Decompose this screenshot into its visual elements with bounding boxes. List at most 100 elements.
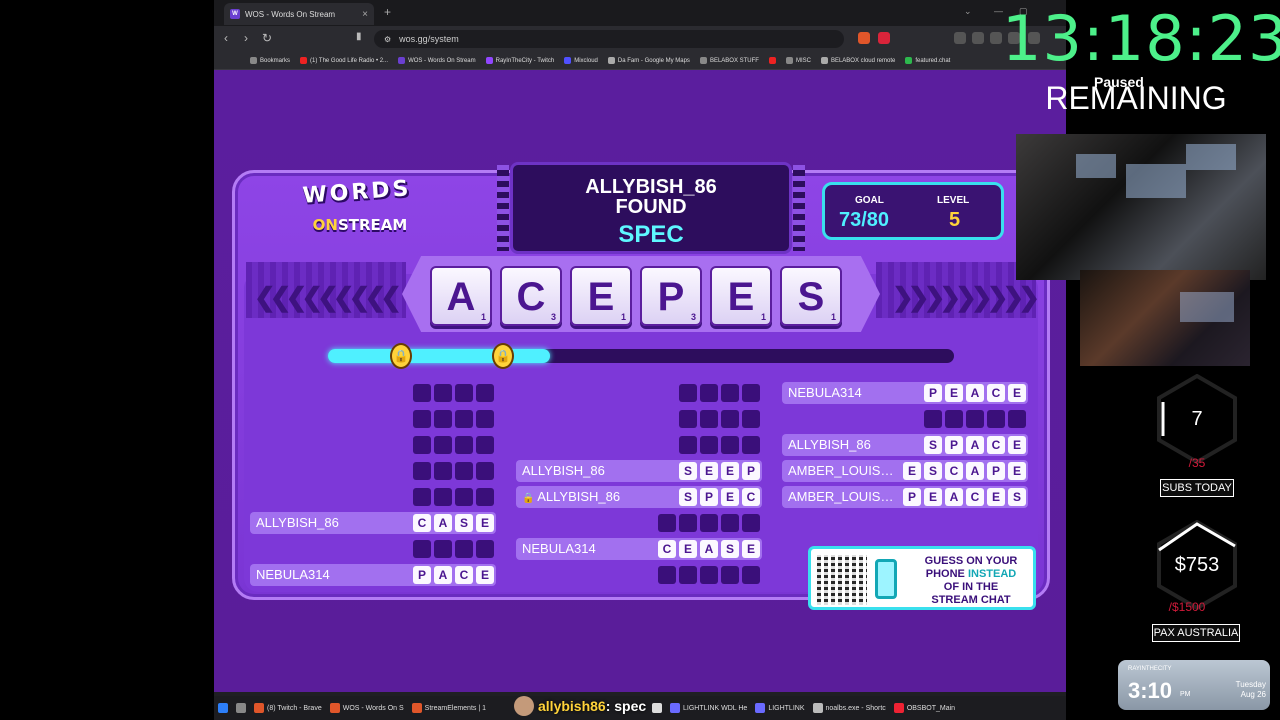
webcam-feed-1 — [1016, 134, 1266, 280]
letter-square: E — [945, 384, 963, 402]
letter-square: P — [903, 488, 921, 506]
found-word-row: AMBER_LOUIS… P E A C E S — [782, 486, 1028, 508]
empty-word-row — [250, 434, 496, 456]
letter-square: S — [679, 488, 697, 506]
lock-icon: 🔒 — [390, 343, 412, 369]
bookmark-item[interactable]: MISC — [785, 57, 811, 64]
reload-icon[interactable]: ↻ — [262, 31, 272, 45]
letter-square: S — [1008, 488, 1026, 506]
taskbar-item[interactable]: (8) Twitch - Brave — [254, 703, 322, 713]
money-goal: /$1500 — [1168, 600, 1206, 614]
youtube-icon — [768, 57, 776, 64]
empty-letter-square — [1008, 410, 1026, 428]
progress-fill — [328, 349, 551, 363]
empty-letter-square — [434, 410, 452, 428]
row-username-text: AMBER_LOUIS… — [788, 463, 894, 478]
forward-arrow-icon[interactable]: › — [244, 31, 248, 45]
empty-letter-square — [721, 384, 739, 402]
banner-line-3: OF IN THE — [943, 581, 999, 593]
letter-tile: P3 — [640, 266, 702, 326]
monitor-shape — [1126, 164, 1186, 198]
brave-rewards-icon[interactable] — [878, 32, 890, 44]
empty-letter-square — [742, 514, 760, 532]
empty-letter-square — [413, 436, 431, 454]
taskbar-item[interactable]: OBSBOT_Main — [893, 703, 955, 713]
empty-word-row — [516, 512, 762, 534]
empty-letter-square — [945, 410, 963, 428]
bookmark-item[interactable]: Mixcloud — [564, 57, 598, 64]
mixcloud-icon — [564, 57, 572, 64]
empty-letter-square — [413, 540, 431, 558]
bookmark-item[interactable]: featured.chat — [905, 57, 950, 64]
sidebar-icon[interactable] — [972, 32, 984, 44]
bookmark-item[interactable]: Bookmarks — [250, 57, 290, 64]
chrome-icon — [652, 703, 662, 713]
taskbar-item[interactable]: WOS - Words On S — [329, 703, 404, 713]
new-tab-plus-icon[interactable]: + — [384, 5, 391, 19]
site-settings-icon[interactable]: ⚙ — [384, 35, 391, 44]
bookmark-item[interactable] — [768, 57, 776, 64]
file-explorer-icon[interactable] — [236, 703, 246, 713]
twitch-icon — [485, 57, 493, 64]
close-icon[interactable]: × — [362, 9, 368, 20]
letter-square: S — [721, 540, 739, 558]
bookmark-item[interactable]: BELABOX cloud remote — [820, 57, 895, 64]
letter-square: C — [413, 514, 431, 532]
row-username-text: NEBULA314 — [256, 567, 330, 582]
empty-letter-square — [742, 410, 760, 428]
empty-letter-square — [721, 410, 739, 428]
bookmark-item[interactable]: RayInTheCity - Twitch — [485, 57, 554, 64]
empty-letter-square — [413, 410, 431, 428]
music-icon[interactable] — [954, 32, 966, 44]
empty-word-row — [516, 382, 762, 404]
back-arrow-icon[interactable]: ‹ — [224, 31, 228, 45]
tab-wos[interactable]: W WOS - Words On Stream × — [224, 3, 374, 25]
empty-word-row — [250, 382, 496, 404]
phone-guess-banner[interactable]: GUESS ON YOUR PHONE INSTEAD OF IN THE ST… — [808, 546, 1036, 610]
letter-square: E — [721, 462, 739, 480]
taskbar-item[interactable]: LIGHTLINK WDL He — [670, 703, 747, 713]
letter-tile: A1 — [430, 266, 492, 326]
letter-tile: E1 — [570, 266, 632, 326]
right-chevrons-icon: ❯❯❯❯❯❯❯❯❯ — [892, 282, 1040, 312]
found-username: ALLYBISH_86 — [585, 176, 717, 198]
bookmark-item[interactable]: (1) The Good Life Radio • 2... — [300, 57, 388, 64]
row-username-text: NEBULA314 — [522, 541, 596, 556]
empty-letter-square — [700, 410, 718, 428]
chevron-down-icon[interactable]: ⌄ — [964, 6, 972, 17]
bookmark-item[interactable]: BELABOX STUFF — [699, 57, 759, 64]
empty-letter-square — [679, 384, 697, 402]
banner-line-2: PHONE INSTEAD — [907, 568, 1035, 581]
found-word-row: ALLYBISH_86 C A S E — [250, 512, 496, 534]
letter-tile: E1 — [710, 266, 772, 326]
wallet-icon[interactable] — [990, 32, 1002, 44]
letter-square: P — [987, 462, 1005, 480]
taskbar-item[interactable]: noalbs.exe - Shortc — [812, 703, 886, 713]
row-username-text: ALLYBISH_86 — [537, 489, 621, 504]
chat-icon — [905, 57, 913, 64]
bookmark-item[interactable]: WOS - Words On Stream — [398, 57, 476, 64]
bookmark-icon[interactable]: ▮ — [356, 31, 362, 42]
empty-letter-square — [721, 514, 739, 532]
brave-shield-icon[interactable] — [858, 32, 870, 44]
edge-icon[interactable] — [218, 703, 228, 713]
qr-code-icon[interactable] — [817, 555, 867, 605]
taskbar-item[interactable] — [652, 703, 662, 713]
bookmark-item[interactable]: Da Fam - Google My Maps — [607, 57, 690, 64]
clock-date: Tuesday Aug 26 — [1214, 680, 1266, 700]
letter-square: C — [966, 488, 984, 506]
left-studs — [497, 165, 509, 251]
empty-word-row — [250, 408, 496, 430]
address-bar[interactable]: ⚙ wos.gg/system — [374, 30, 844, 48]
row-letters: PACE — [413, 566, 494, 584]
taskbar-item[interactable]: LIGHTLINK — [755, 703, 805, 713]
clock-handle: RAYINTHECITY — [1128, 666, 1172, 672]
found-label: FOUND — [615, 196, 687, 218]
taskbar-item[interactable]: StreamElements | 1 — [411, 703, 486, 713]
nav-bar: ‹ › ↻ ▮ ⚙ wos.gg/system — [214, 26, 1066, 52]
letter-square: C — [742, 488, 760, 506]
letter-square: E — [1008, 384, 1026, 402]
empty-letter-square — [924, 410, 942, 428]
row-letters: SPEC — [679, 488, 760, 506]
empty-letter-square — [700, 566, 718, 584]
